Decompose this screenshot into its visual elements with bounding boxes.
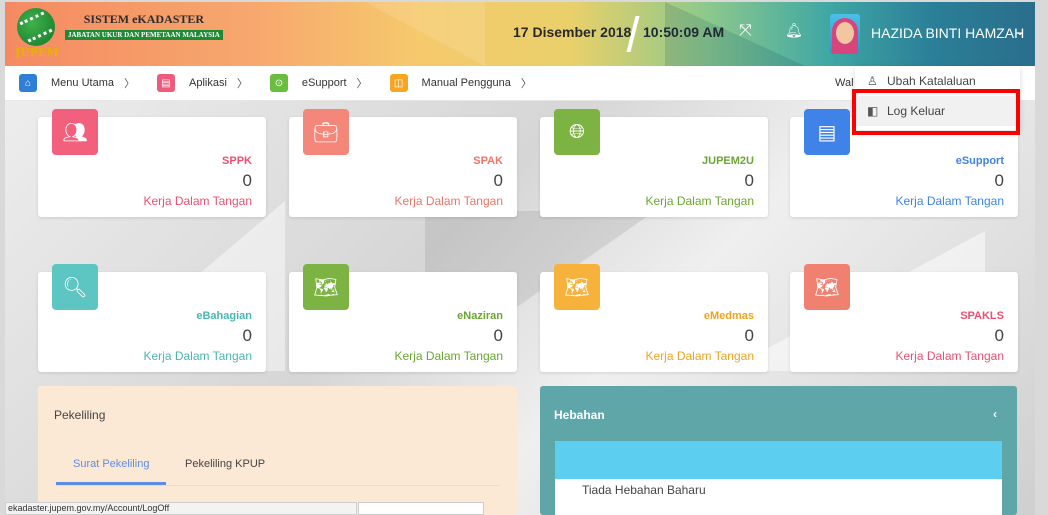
chevron-right-icon: 〉 [356, 78, 368, 90]
header-date: 17 Disember 2018 [513, 24, 632, 40]
fullscreen-icon[interactable]: ⤧ [739, 22, 752, 40]
user-name[interactable]: HAZIDA BINTI HAMZAH [871, 25, 1024, 41]
hebahan-body: Tiada Hebahan Baharu [555, 479, 1002, 515]
card-sppk[interactable]: 👥︎ SPPK 0 Kerja Dalam Tangan [38, 109, 266, 217]
logo-title: SISTEM eKADASTER [83, 12, 205, 26]
hebahan-panel: Hebahan ‹ Tiada Hebahan Baharu [540, 386, 1017, 515]
map-search-icon: 🗺︎ [303, 264, 349, 310]
header-time: 10:50:09 AM [643, 24, 725, 40]
hebahan-header-band [555, 441, 1002, 479]
nav-item-manual-pengguna[interactable]: ◫ Manual Pengguna 〉 [389, 74, 532, 92]
support-icon: ⊙ [269, 74, 288, 92]
briefcase-icon: 💼︎ [303, 109, 349, 155]
top-header: JUPEM SISTEM eKADASTER JABATAN UKUR DAN … [5, 2, 1035, 66]
nav-item-aplikasi[interactable]: ▤ Aplikasi 〉 [156, 74, 248, 92]
chevron-down-icon[interactable]: ⌄ [1015, 24, 1025, 38]
card-enaziran[interactable]: 🗺︎ eNaziran 0 Kerja Dalam Tangan [289, 264, 517, 372]
jupem-logo-icon: JUPEM [15, 8, 59, 60]
chevron-right-icon: 〉 [520, 78, 532, 90]
panel-title: Pekeliling [54, 408, 106, 422]
search-icon: 🔍︎ [52, 264, 98, 310]
nav-item-menu-utama[interactable]: ⌂ Menu Utama 〉 [19, 74, 135, 92]
panel-title: Hebahan [554, 408, 605, 422]
empty-message: Tiada Hebahan Baharu [582, 483, 706, 497]
tab-divider [56, 485, 500, 486]
app-icon: ▤ [156, 74, 175, 92]
book-icon: ◫ [389, 74, 408, 92]
tab-surat-pekeliling[interactable]: Surat Pekeliling [73, 458, 149, 470]
chevron-right-icon: 〉 [236, 78, 248, 90]
users-icon: 👥︎ [52, 109, 98, 155]
home-icon: ⌂ [19, 74, 37, 92]
card-jupem2u[interactable]: 🌐︎ JUPEM2U 0 Kerja Dalam Tangan [540, 109, 768, 217]
map-search-icon: 🗺︎ [804, 264, 850, 310]
chevron-right-icon: 〉 [123, 78, 135, 90]
map-search-icon: 🗺︎ [554, 264, 600, 310]
notification-bell-icon[interactable]: 🔔︎ [785, 22, 803, 39]
card-emedmas[interactable]: 🗺︎ eMedmas 0 Kerja Dalam Tangan [540, 264, 768, 372]
card-spak[interactable]: 💼︎ SPAK 0 Kerja Dalam Tangan [289, 109, 517, 217]
browser-status-url: ekadaster.jupem.gov.my/Account/LogOff [5, 502, 357, 515]
pekeliling-panel: Pekeliling Surat Pekeliling Pekeliling K… [38, 386, 517, 515]
card-ebahagian[interactable]: 🔍︎ eBahagian 0 Kerja Dalam Tangan [38, 264, 266, 372]
tab-pekeliling-kpup[interactable]: Pekeliling KPUP [185, 458, 265, 470]
logo-subtitle: JABATAN UKUR DAN PEMETAAN MALAYSIA [65, 30, 223, 40]
content-box [358, 502, 484, 515]
card-spakls[interactable]: 🗺︎ SPAKLS 0 Kerja Dalam Tangan [790, 264, 1018, 372]
avatar[interactable] [830, 14, 860, 54]
truncated-text: Wal [835, 77, 854, 89]
nav-item-esupport[interactable]: ⊙ eSupport 〉 [269, 74, 368, 92]
globe-icon: 🌐︎ [554, 109, 600, 155]
highlight-annotation-box [852, 89, 1020, 135]
user-icon: ♙ [867, 74, 878, 88]
chevron-left-icon[interactable]: ‹ [993, 407, 997, 421]
document-icon: ▤ [804, 109, 850, 155]
app-logo[interactable]: JUPEM SISTEM eKADASTER JABATAN UKUR DAN … [15, 8, 223, 60]
